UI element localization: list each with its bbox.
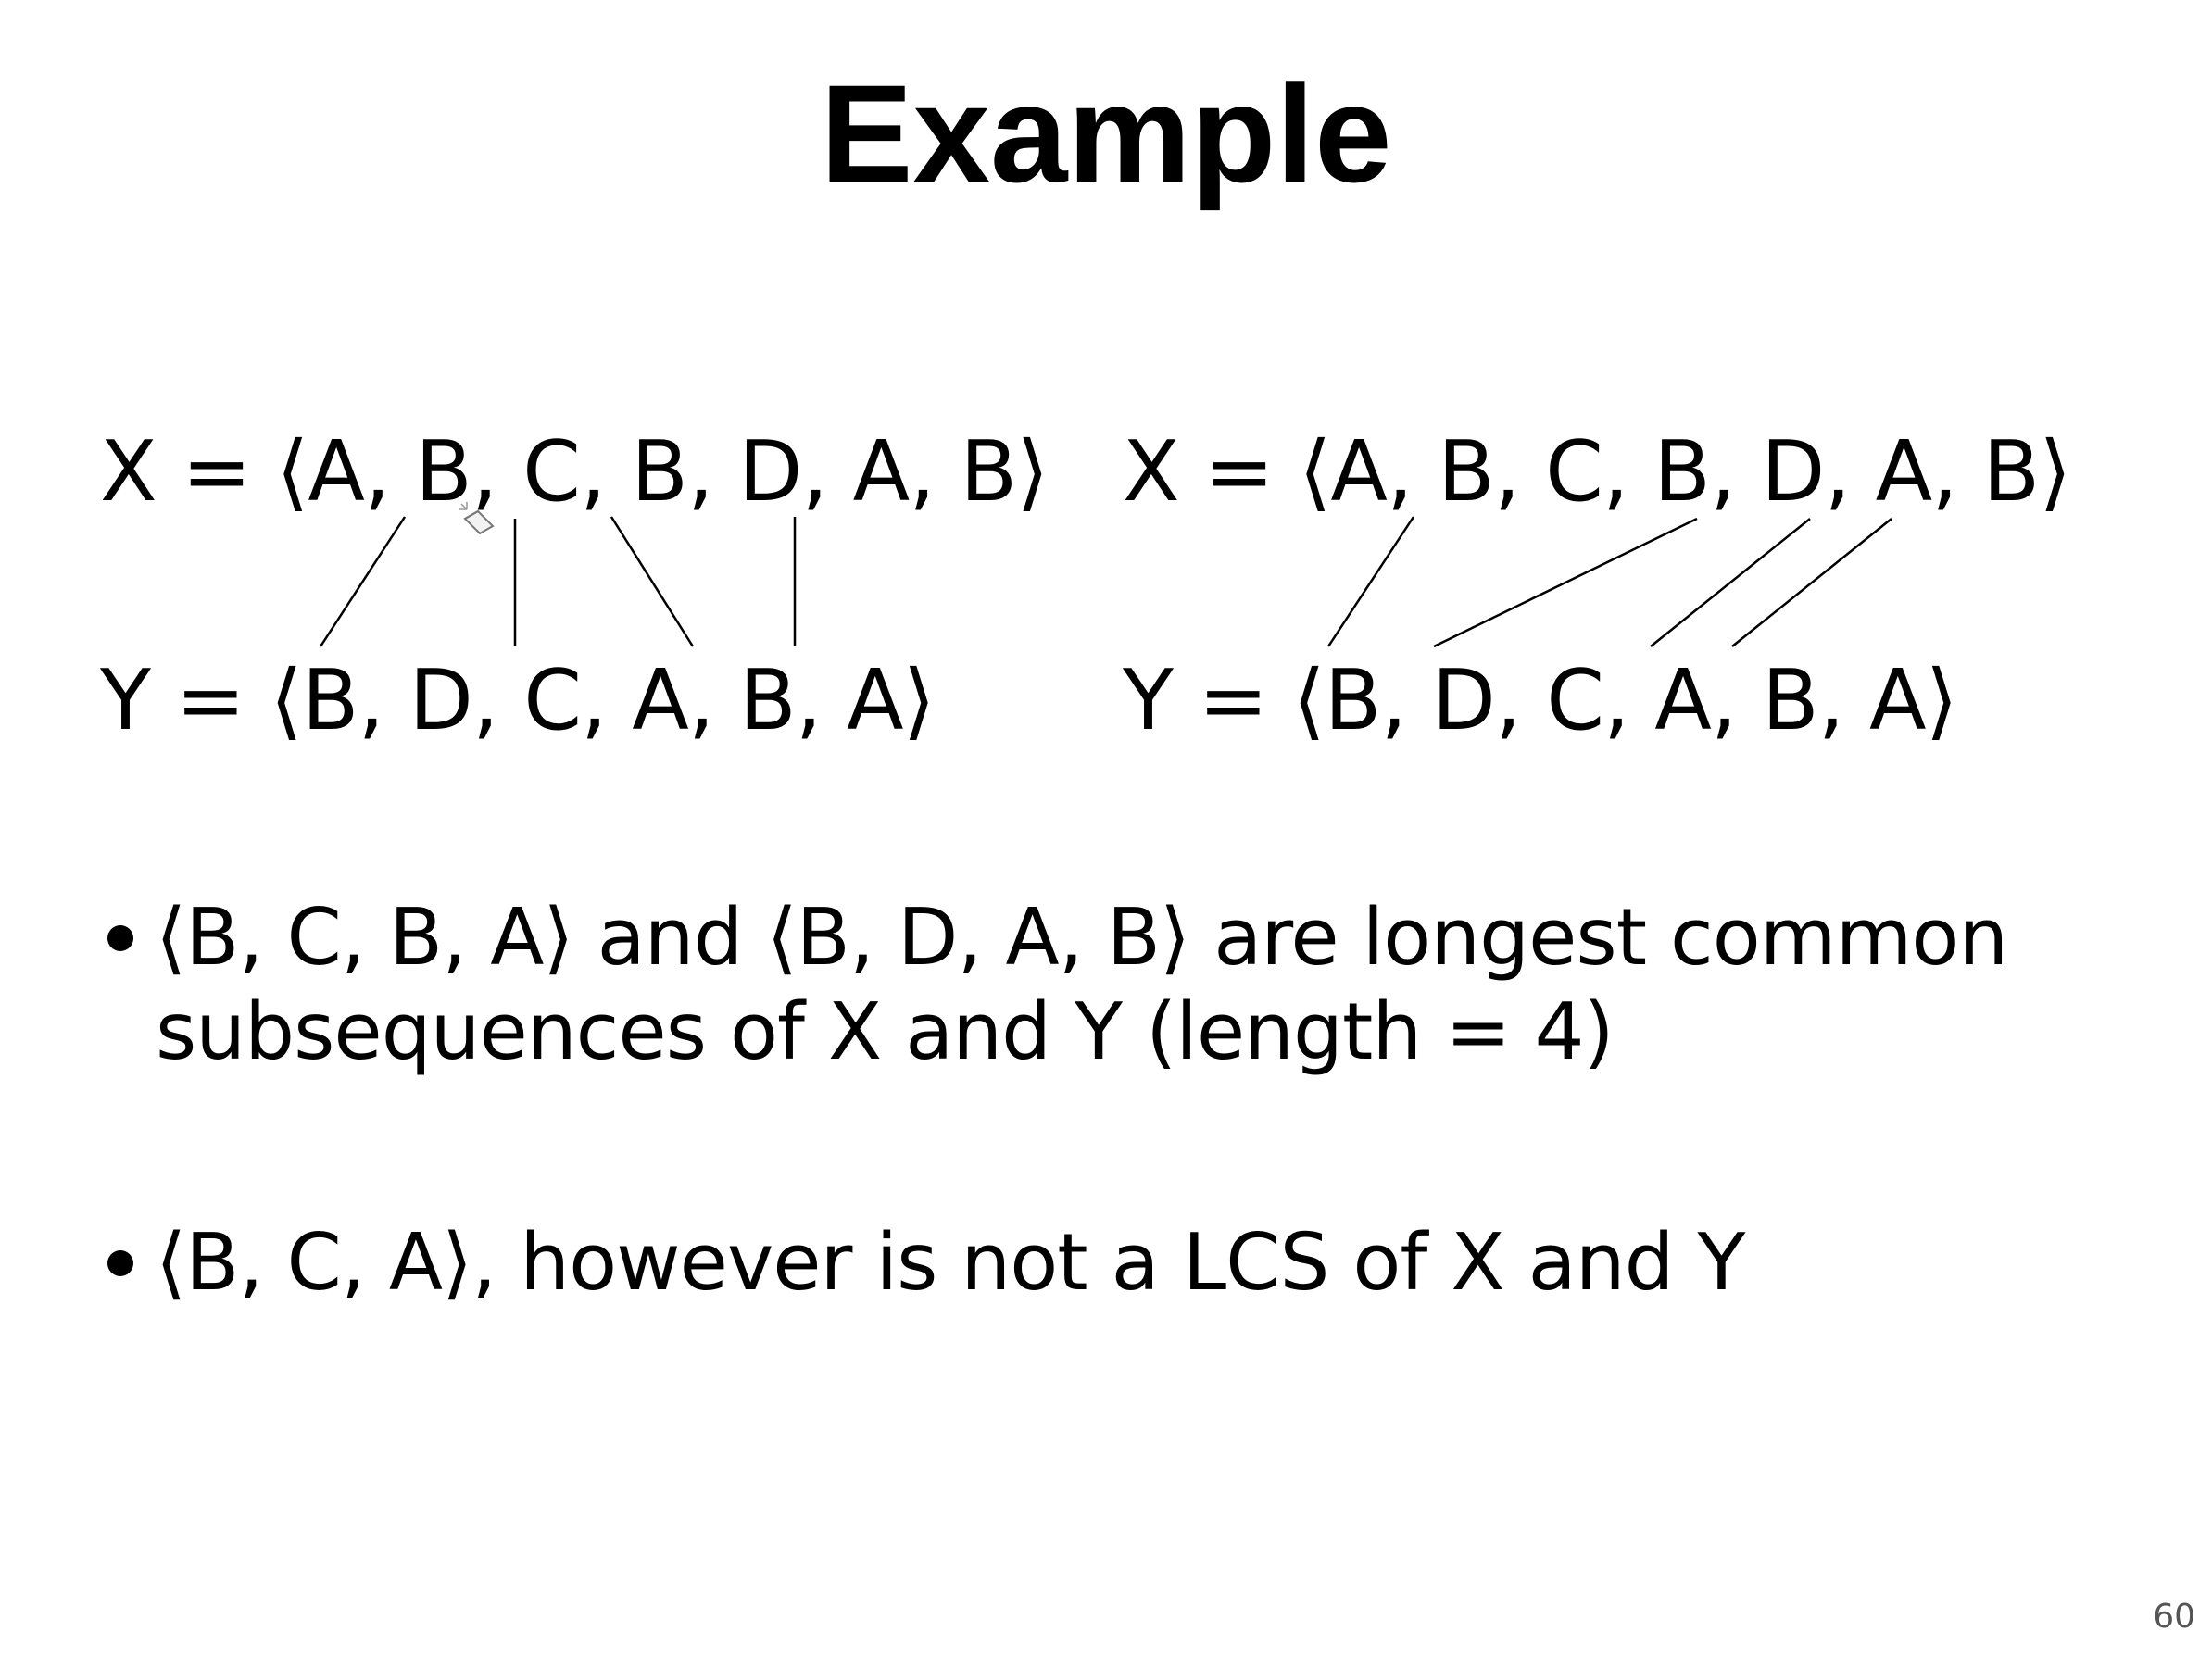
pencil-cursor-icon — [459, 502, 495, 535]
page-number: 60 — [2153, 1598, 2195, 1636]
matching-lines — [319, 516, 1892, 648]
left-match-line-b1 — [319, 516, 407, 647]
bullet-1-line-2: subsequences of X and Y (length = 4) — [156, 986, 1615, 1078]
right-match-line-b2 — [1731, 518, 1892, 647]
right-match-line-d — [1433, 517, 1698, 648]
left-match-line-b2 — [610, 516, 695, 647]
bullet-2-line-1: ⟨B, C, A⟩, however is not a LCS of X and… — [156, 1217, 1745, 1309]
right-match-line-a — [1650, 518, 1811, 647]
right-match-line-b — [1326, 516, 1415, 647]
bullet-dot — [107, 1250, 133, 1276]
bullet-1-line-1: ⟨B, C, B, A⟩ and ⟨B, D, A, B⟩ are longes… — [156, 892, 2008, 984]
bullet-dot — [107, 925, 133, 951]
